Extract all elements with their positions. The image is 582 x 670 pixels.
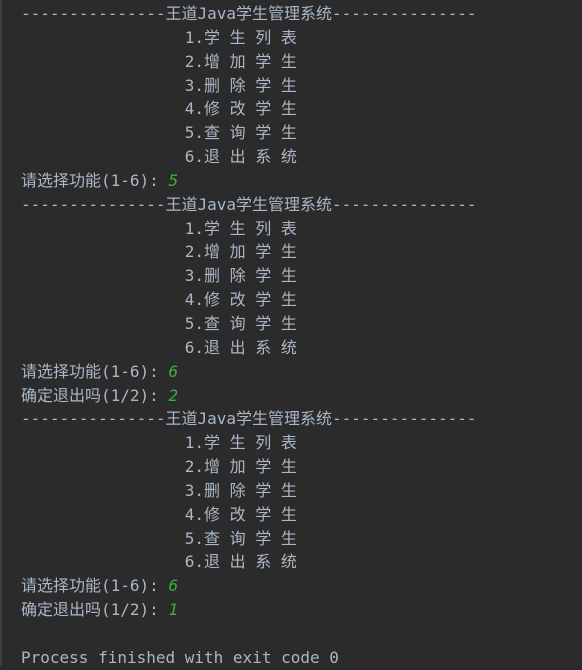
console-line-text: 4.修 改 学 生: [21, 290, 297, 310]
console-line-text: 2.增 加 学 生: [21, 242, 297, 262]
console-line-text: 确定退出吗(1/2):: [21, 600, 169, 620]
console-line-text: 6.退 出 系 统: [21, 147, 297, 167]
console-line: 5.查 询 学 生: [2, 312, 580, 336]
console-line-text: 3.删 除 学 生: [21, 266, 297, 286]
console-line: ---------------王道Java学生管理系统-------------…: [2, 407, 580, 431]
user-input-value: 6: [168, 361, 179, 381]
console-line-text: 6.退 出 系 统: [21, 552, 297, 572]
console-line-text: 5.查 询 学 生: [21, 528, 297, 548]
console-output[interactable]: ---------------王道Java学生管理系统-------------…: [0, 0, 580, 667]
console-line-text: 请选择功能(1-6):: [21, 576, 169, 596]
console-line: 4.修 改 学 生: [2, 503, 580, 527]
console-line: 6.退 出 系 统: [2, 550, 580, 574]
user-input-value: 6: [168, 576, 179, 596]
console-line-text: 请选择功能(1-6):: [21, 170, 169, 190]
console-line-text: ---------------王道Java学生管理系统-------------…: [21, 4, 477, 23]
user-input-value: 2: [168, 385, 179, 405]
user-input-value: 1: [168, 600, 179, 620]
console-line: 请选择功能(1-6): 6: [2, 574, 580, 598]
console-line: ---------------王道Java学生管理系统-------------…: [2, 2, 580, 26]
console-line: 2.增 加 学 生: [2, 455, 580, 479]
console-line: 2.增 加 学 生: [2, 50, 580, 74]
console-line: 确定退出吗(1/2): 1: [2, 598, 580, 622]
console-lines: ---------------王道Java学生管理系统-------------…: [2, 2, 580, 670]
console-line: 2.增 加 学 生: [2, 240, 580, 264]
console-line-text: Process finished with exit code 0: [21, 647, 339, 667]
console-line-text: 6.退 出 系 统: [21, 337, 297, 357]
console-line: Process finished with exit code 0: [2, 646, 580, 670]
console-line-text: ---------------王道Java学生管理系统-------------…: [21, 194, 477, 214]
console-line-text: 1.学 生 列 表: [21, 218, 297, 238]
console-line: 3.删 除 学 生: [2, 479, 580, 503]
console-line: 5.查 询 学 生: [2, 121, 580, 145]
console-line-text: 3.删 除 学 生: [21, 480, 297, 500]
console-line: 请选择功能(1-6): 5: [2, 169, 580, 193]
console-line: 1.学 生 列 表: [2, 431, 580, 455]
console-line: 请选择功能(1-6): 6: [2, 360, 580, 384]
console-line-text: ---------------王道Java学生管理系统-------------…: [21, 409, 477, 429]
console-line-text: 2.增 加 学 生: [21, 51, 297, 71]
console-line-text: 4.修 改 学 生: [21, 504, 297, 524]
console-line: 5.查 询 学 生: [2, 527, 580, 551]
console-line-text: 2.增 加 学 生: [21, 457, 297, 477]
console-line-text: 5.查 询 学 生: [21, 123, 297, 143]
console-line-text: 请选择功能(1-6):: [21, 361, 169, 381]
console-line: 3.删 除 学 生: [2, 74, 580, 98]
console-line: 确定退出吗(1/2): 2: [2, 384, 580, 408]
console-line: 1.学 生 列 表: [2, 26, 580, 50]
console-line: ---------------王道Java学生管理系统-------------…: [2, 193, 580, 217]
console-line: 3.删 除 学 生: [2, 264, 580, 288]
console-line: 4.修 改 学 生: [2, 97, 580, 121]
console-line-text: 1.学 生 列 表: [21, 433, 297, 453]
console-line: 6.退 出 系 统: [2, 145, 580, 169]
console-line-text: 5.查 询 学 生: [21, 313, 297, 333]
console-line: 6.退 出 系 统: [2, 336, 580, 360]
console-line-text: 4.修 改 学 生: [21, 99, 297, 119]
console-line-text: 3.删 除 学 生: [21, 75, 297, 95]
console-line: 1.学 生 列 表: [2, 217, 580, 241]
console-line-text: 确定退出吗(1/2):: [21, 385, 169, 405]
user-input-value: 5: [168, 170, 179, 190]
console-line: 4.修 改 学 生: [2, 288, 580, 312]
console-line-text: 1.学 生 列 表: [21, 27, 297, 47]
